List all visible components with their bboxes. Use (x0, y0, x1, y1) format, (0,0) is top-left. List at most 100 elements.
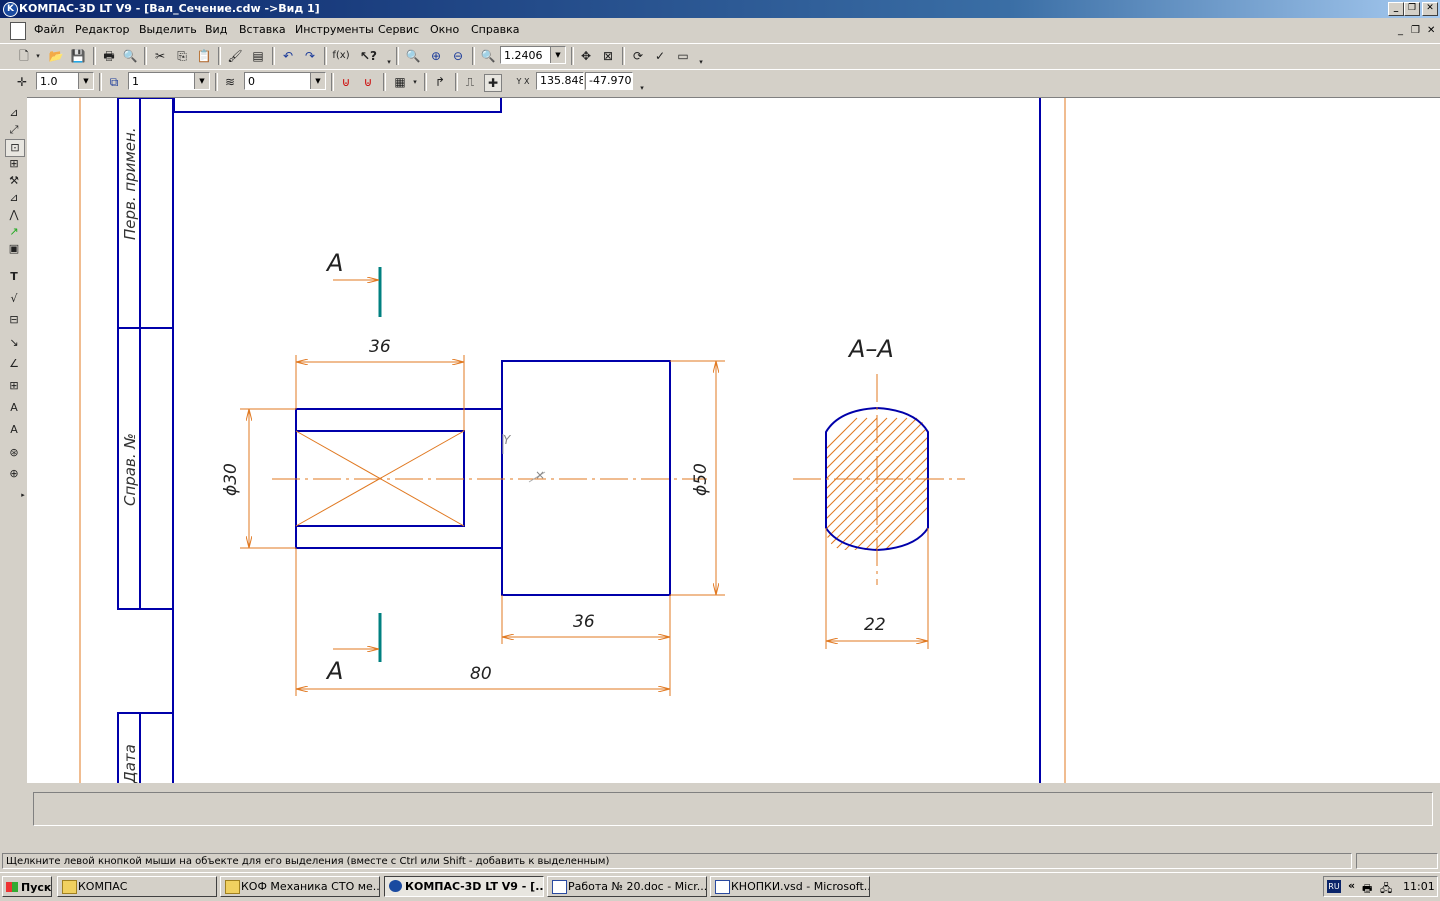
dimension-36-left[interactable]: 36 (369, 337, 391, 357)
style-combo[interactable]: 0 ▼ (244, 72, 326, 90)
text-align-icon[interactable]: A (5, 400, 23, 416)
regenerate-icon[interactable]: ⟳ (630, 48, 646, 64)
network-icon[interactable]: 🖧 (1380, 880, 1392, 899)
local-snap-icon[interactable]: ⊍ (360, 74, 376, 90)
coord-y-field[interactable]: -47.970 (585, 72, 633, 90)
grid-array-icon[interactable]: ⊞ (5, 156, 23, 172)
printer-icon[interactable]: 🖶 (1362, 880, 1372, 899)
print-icon[interactable]: 🖶 (101, 48, 117, 64)
copy-icon[interactable]: ⎘ (174, 48, 190, 64)
menu-service[interactable]: Сервис (378, 23, 419, 36)
help-pointer-icon[interactable]: ↖? (360, 48, 377, 64)
dimension-d30[interactable]: ϕ30 (221, 463, 241, 496)
toolbar-overflow-icon-3[interactable]: ▾ (637, 80, 647, 96)
new-dropdown-icon[interactable]: ▾ (34, 48, 42, 64)
minimize-button[interactable]: _ (1388, 2, 1404, 16)
task-word-doc[interactable]: Работа № 20.doc - Micr... (547, 876, 707, 897)
document-icon[interactable] (10, 22, 26, 40)
doc-restore-button[interactable]: ❐ (1411, 25, 1420, 36)
grid-icon[interactable]: ▦ (392, 74, 408, 90)
layer-combo[interactable]: 1 ▼ (128, 72, 210, 90)
layer-icon[interactable]: ⧉ (106, 74, 122, 90)
style-layers-icon[interactable]: ≋ (222, 74, 238, 90)
section-letter-top[interactable]: A (325, 249, 343, 277)
dimension-36-right[interactable]: 36 (573, 612, 595, 632)
task-kof-folder[interactable]: КОФ Механика СТО ме... (220, 876, 380, 897)
dimension-d50[interactable]: ϕ50 (691, 463, 711, 496)
marker-icon[interactable]: A (5, 422, 23, 438)
center-mark-icon[interactable]: ⊕ (5, 466, 23, 482)
toolbar-overflow-icon-2[interactable]: ▾ (696, 54, 706, 70)
section-title[interactable]: A–A (847, 335, 894, 363)
kompas-app-icon[interactable]: K (3, 2, 18, 17)
doc-close-button[interactable]: ✕ (1427, 25, 1435, 36)
language-indicator[interactable]: RU (1327, 880, 1341, 893)
print-preview-icon[interactable]: 🔍 (122, 48, 138, 64)
doc-minimize-button[interactable]: _ (1398, 25, 1403, 36)
parametrization-icon[interactable]: ⊿ (5, 190, 23, 206)
clock[interactable]: 11:01 (1403, 880, 1435, 893)
shaft-large-section[interactable] (501, 360, 671, 596)
document-manager-icon[interactable]: ▤ (250, 48, 266, 64)
snap-magnet-icon[interactable]: ⊍ (338, 74, 354, 90)
select-icon[interactable]: ↗ (5, 224, 23, 240)
menu-editor[interactable]: Редактор (75, 23, 130, 36)
zoom-scale-icon[interactable]: 🔍 (480, 48, 496, 64)
ortho-icon[interactable]: ⎍ (462, 74, 478, 90)
maximize-button[interactable]: ❐ (1404, 2, 1420, 16)
open-folder-icon[interactable]: 📂 (48, 48, 64, 64)
zoom-out-icon[interactable]: ⊖ (450, 48, 466, 64)
pan-icon[interactable]: ✥ (578, 48, 594, 64)
edit-tool-icon[interactable]: ⚒ (5, 173, 23, 189)
section-letter-bottom[interactable]: A (325, 657, 343, 685)
zoom-combo[interactable]: 1.2406 ▼ (500, 46, 566, 64)
point-line-icon[interactable]: ⤢ (5, 122, 23, 138)
toolbar-overflow-icon[interactable]: ▾ (384, 54, 394, 70)
associative-view-icon[interactable]: ▣ (5, 241, 23, 257)
zoom-dropdown-icon[interactable]: ▼ (550, 47, 565, 63)
coord-x-field[interactable]: 135.848 (536, 72, 584, 90)
leader-icon[interactable]: ↘ (5, 335, 23, 351)
menu-help[interactable]: Справка (471, 23, 519, 36)
tray-expand-icon[interactable]: « (1348, 879, 1355, 892)
library-icon[interactable]: ▭ (675, 48, 691, 64)
step-cursor-icon[interactable]: ✛ (14, 74, 30, 90)
cut-icon[interactable]: ✂ (152, 48, 168, 64)
local-cs-icon[interactable]: ↱ (432, 74, 448, 90)
menu-window[interactable]: Окно (430, 23, 459, 36)
menu-insert[interactable]: Вставка (239, 23, 286, 36)
properties-brush-icon[interactable]: 🖌 (227, 48, 243, 64)
paste-icon[interactable]: 📋 (196, 48, 212, 64)
menu-file[interactable]: Файл (34, 23, 64, 36)
task-visio[interactable]: КНОПКИ.vsd - Microsoft... (710, 876, 870, 897)
variables-icon[interactable]: f(x) (330, 48, 352, 64)
drawing-canvas[interactable]: Перв. примен. Справ. № Дата Y × 36 ϕ30 ϕ… (27, 97, 1440, 794)
text-icon[interactable]: T (5, 269, 23, 285)
new-file-icon[interactable]: 🗋 (16, 48, 32, 64)
dimensions-icon[interactable]: ⊡ (5, 139, 25, 157)
show-all-icon[interactable]: ⊠ (600, 48, 616, 64)
dimension-80[interactable]: 80 (470, 664, 492, 684)
zoom-window-icon[interactable]: 🔍 (405, 48, 421, 64)
dimension-22[interactable]: 22 (864, 615, 886, 635)
layer-dropdown-icon[interactable]: ▼ (194, 73, 209, 89)
task-kompas-3d[interactable]: КОМПАС-3D LT V9 - [... (384, 876, 544, 897)
style-dropdown-icon[interactable]: ▼ (310, 73, 325, 89)
menu-select[interactable]: Выделить (139, 23, 197, 36)
measure-icon[interactable]: ⋀ (5, 207, 23, 223)
step-combo[interactable]: 1.0 ▼ (36, 72, 94, 90)
close-button[interactable]: ✕ (1422, 2, 1438, 16)
redo-icon[interactable]: ↷ (302, 48, 318, 64)
save-icon[interactable]: 💾 (70, 48, 86, 64)
grid-dropdown-icon[interactable]: ▾ (410, 74, 420, 90)
menu-tools[interactable]: Инструменты (295, 23, 374, 36)
view-arrow-icon[interactable]: ⊛ (5, 445, 23, 461)
start-button[interactable]: Пуск (2, 876, 52, 897)
geometry-icon[interactable]: ⊿ (5, 105, 23, 121)
step-dropdown-icon[interactable]: ▼ (78, 73, 93, 89)
roughness-icon[interactable]: √ (5, 291, 23, 307)
position-line-icon[interactable]: ∠ (5, 356, 23, 372)
base-icon[interactable]: ⊟ (5, 312, 23, 328)
zoom-in-icon[interactable]: ⊕ (428, 48, 444, 64)
property-panel-area[interactable] (33, 792, 1433, 826)
